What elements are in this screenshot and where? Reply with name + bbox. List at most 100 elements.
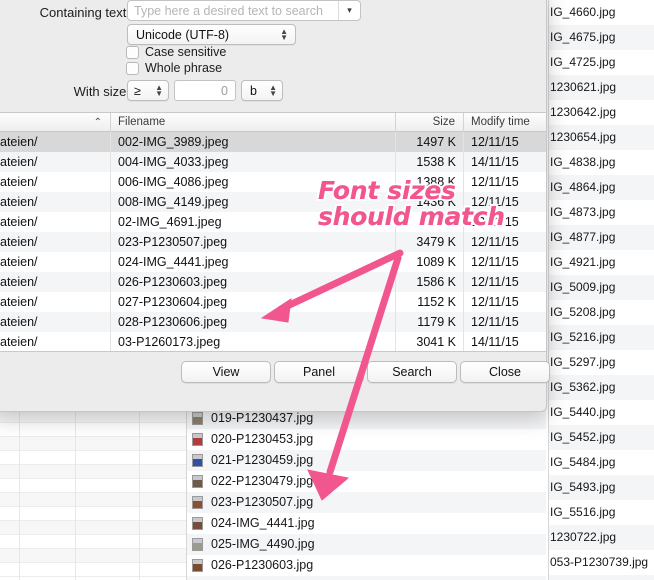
whole-phrase-row[interactable]: Whole phrase [126, 61, 222, 75]
containing-text-input[interactable]: Type here a desired text to search ▾ [127, 0, 361, 21]
cell-path: ateien/ [0, 155, 38, 169]
table-row[interactable]: ateien/024-IMG_4441.jpeg 1089 K 12/11/15 [0, 252, 546, 272]
with-size-label-wrap: With size: [5, 84, 130, 99]
list-item[interactable]: IG_5009.jpg [548, 275, 654, 300]
list-item[interactable]: 053-P1230739.jpg [548, 550, 654, 575]
chevron-down-icon[interactable]: ▾ [338, 1, 360, 20]
list-item-label: 021-P1230459.jpg [211, 453, 314, 467]
list-item[interactable]: 024-IMG_4441.jpg [186, 513, 546, 534]
list-item[interactable]: IG_4675.jpg [548, 25, 654, 50]
results-table[interactable]: ⌃ Filename Size Modify time ateien/002-I… [0, 112, 546, 352]
cell-size: 1497 K [395, 132, 463, 152]
with-size-label: With size: [73, 84, 130, 99]
list-item[interactable]: 1230722.jpg [548, 525, 654, 550]
cell-filename: 023-P1230507.jpeg [110, 232, 395, 252]
list-item[interactable]: IG_4873.jpg [548, 200, 654, 225]
file-list-middle[interactable]: 019-P1230437.jpg 020-P1230453.jpg 021-P123… [186, 408, 546, 580]
list-item[interactable]: IG_5484.jpg [548, 450, 654, 475]
cell-modify-time: 12/11/15 [463, 312, 546, 332]
list-item[interactable]: 022-P1230479.jpg [186, 471, 546, 492]
cell-size: 1538 K [395, 152, 463, 172]
annotation-line1: Font sizes [318, 176, 456, 205]
table-row[interactable]: ateien/026-P1230603.jpeg 1586 K 12/11/15 [0, 272, 546, 292]
column-header-filename[interactable]: Filename [110, 113, 395, 132]
cell-path: ateien/ [0, 275, 38, 289]
cell-filename: 024-IMG_4441.jpeg [110, 252, 395, 272]
list-item[interactable]: IG_4921.jpg [548, 250, 654, 275]
table-row[interactable]: ateien/027-P1230604.jpeg 1152 K 12/11/15 [0, 292, 546, 312]
list-item[interactable]: IG_5452.jpg [548, 425, 654, 450]
stepper-arrows-icon[interactable]: ▲ ▼ [155, 83, 163, 97]
list-item[interactable]: 023-P1230507.jpg [186, 492, 546, 513]
list-item[interactable]: 025-IMG_4490.jpg [186, 534, 546, 555]
list-item-label: IG_5297.jpg [550, 355, 616, 369]
panel-button[interactable]: Panel [274, 361, 364, 383]
cell-size: 3479 K [395, 232, 463, 252]
list-item[interactable]: 026-P1230603.jpg [186, 555, 546, 576]
case-sensitive-row[interactable]: Case sensitive [126, 45, 226, 59]
cell-path: ateien/ [0, 315, 38, 329]
size-value-input[interactable]: 0 [174, 80, 236, 101]
whole-phrase-checkbox[interactable] [126, 61, 139, 75]
size-unit-select[interactable]: b ▲ ▼ [241, 80, 283, 101]
table-row[interactable]: ateien/023-P1230507.jpeg 3479 K 12/11/15 [0, 232, 546, 252]
list-item[interactable]: IG_5440.jpg [548, 400, 654, 425]
list-item[interactable]: IG_4877.jpg [548, 225, 654, 250]
results-table-body[interactable]: ateien/002-IMG_3989.jpeg 1497 K 12/11/15 at… [0, 132, 546, 351]
stepper-arrows-icon[interactable]: ▲ ▼ [269, 83, 277, 97]
stepper-arrows-icon[interactable]: ▲ ▼ [280, 27, 288, 41]
column-header-path[interactable]: ⌃ [0, 113, 110, 132]
cell-filename: 002-IMG_3989.jpeg [110, 132, 395, 152]
table-row[interactable]: ateien/028-P1230606.jpeg 1179 K 12/11/15 [0, 312, 546, 332]
image-thumbnail-icon [192, 496, 203, 509]
table-row[interactable]: ateien/03-P1260173.jpeg 3041 K 14/11/15 [0, 332, 546, 351]
list-item[interactable]: 020-P1230453.jpg [186, 429, 546, 450]
list-item[interactable]: 1230642.jpg [548, 100, 654, 125]
list-item[interactable]: IG_5297.jpg [548, 350, 654, 375]
sort-ascending-icon[interactable]: ⌃ [94, 113, 102, 132]
list-item[interactable]: IG_5208.jpg [548, 300, 654, 325]
close-button[interactable]: Close [460, 361, 550, 383]
table-row[interactable]: ateien/004-IMG_4033.jpeg 1538 K 14/11/15 [0, 152, 546, 172]
list-item-label: 1230642.jpg [550, 105, 617, 119]
case-sensitive-checkbox[interactable] [126, 45, 139, 59]
cell-filename: 027-P1230604.jpeg [110, 292, 395, 312]
list-item-label: 025-IMG_4490.jpg [211, 537, 315, 551]
column-header-modify-time[interactable]: Modify time [463, 113, 546, 132]
annotation-text-fill: Font sizes should match [318, 178, 505, 230]
list-item[interactable]: IG_4864.jpg [548, 175, 654, 200]
list-item[interactable]: IG_5216.jpg [548, 325, 654, 350]
file-list-right[interactable]: IG_4660.jpg IG_4675.jpg IG_4725.jpg 1230621… [548, 0, 654, 580]
list-item[interactable]: 1230654.jpg [548, 125, 654, 150]
search-button[interactable]: Search [367, 361, 457, 383]
view-button[interactable]: View [181, 361, 271, 383]
list-item[interactable]: IG_5362.jpg [548, 375, 654, 400]
list-item[interactable]: IG_4725.jpg [548, 50, 654, 75]
list-item[interactable]: IG_5493.jpg [548, 475, 654, 500]
list-item[interactable]: 027-P1230604.jpg [186, 576, 546, 580]
list-item-label: 023-P1230507.jpg [211, 495, 314, 509]
column-header-size[interactable]: Size [395, 113, 463, 132]
list-item[interactable]: 054-P1230752.jpg [548, 575, 654, 580]
list-item-label: IG_5208.jpg [550, 305, 616, 319]
list-item[interactable]: 021-P1230459.jpg [186, 450, 546, 471]
results-table-header: ⌃ Filename Size Modify time [0, 113, 546, 132]
containing-text-placeholder: Type here a desired text to search [134, 3, 323, 18]
encoding-select[interactable]: Unicode (UTF-8) ▲ ▼ [127, 24, 296, 45]
list-item[interactable]: 1230621.jpg [548, 75, 654, 100]
list-item-label: 026-P1230603.jpg [211, 558, 314, 572]
table-row[interactable]: ateien/002-IMG_3989.jpeg 1497 K 12/11/15 [0, 132, 546, 152]
cell-modify-time: 14/11/15 [463, 152, 546, 172]
list-item[interactable]: IG_4660.jpg [548, 0, 654, 25]
list-item-label: IG_4675.jpg [550, 30, 616, 44]
dialog-button-bar: View Panel Search Close [0, 357, 550, 397]
list-item-label: IG_4838.jpg [550, 155, 616, 169]
size-operator-select[interactable]: ≥ ▲ ▼ [127, 80, 169, 101]
list-item-label: IG_5362.jpg [550, 380, 616, 394]
screen: 019-P1230437.jpg 020-P1230453.jpg 021-P123… [0, 0, 654, 580]
list-item[interactable]: IG_4838.jpg [548, 150, 654, 175]
cell-modify-time: 12/11/15 [463, 272, 546, 292]
list-item[interactable]: IG_5516.jpg [548, 500, 654, 525]
whole-phrase-label: Whole phrase [145, 61, 223, 75]
cell-filename: 004-IMG_4033.jpeg [110, 152, 395, 172]
